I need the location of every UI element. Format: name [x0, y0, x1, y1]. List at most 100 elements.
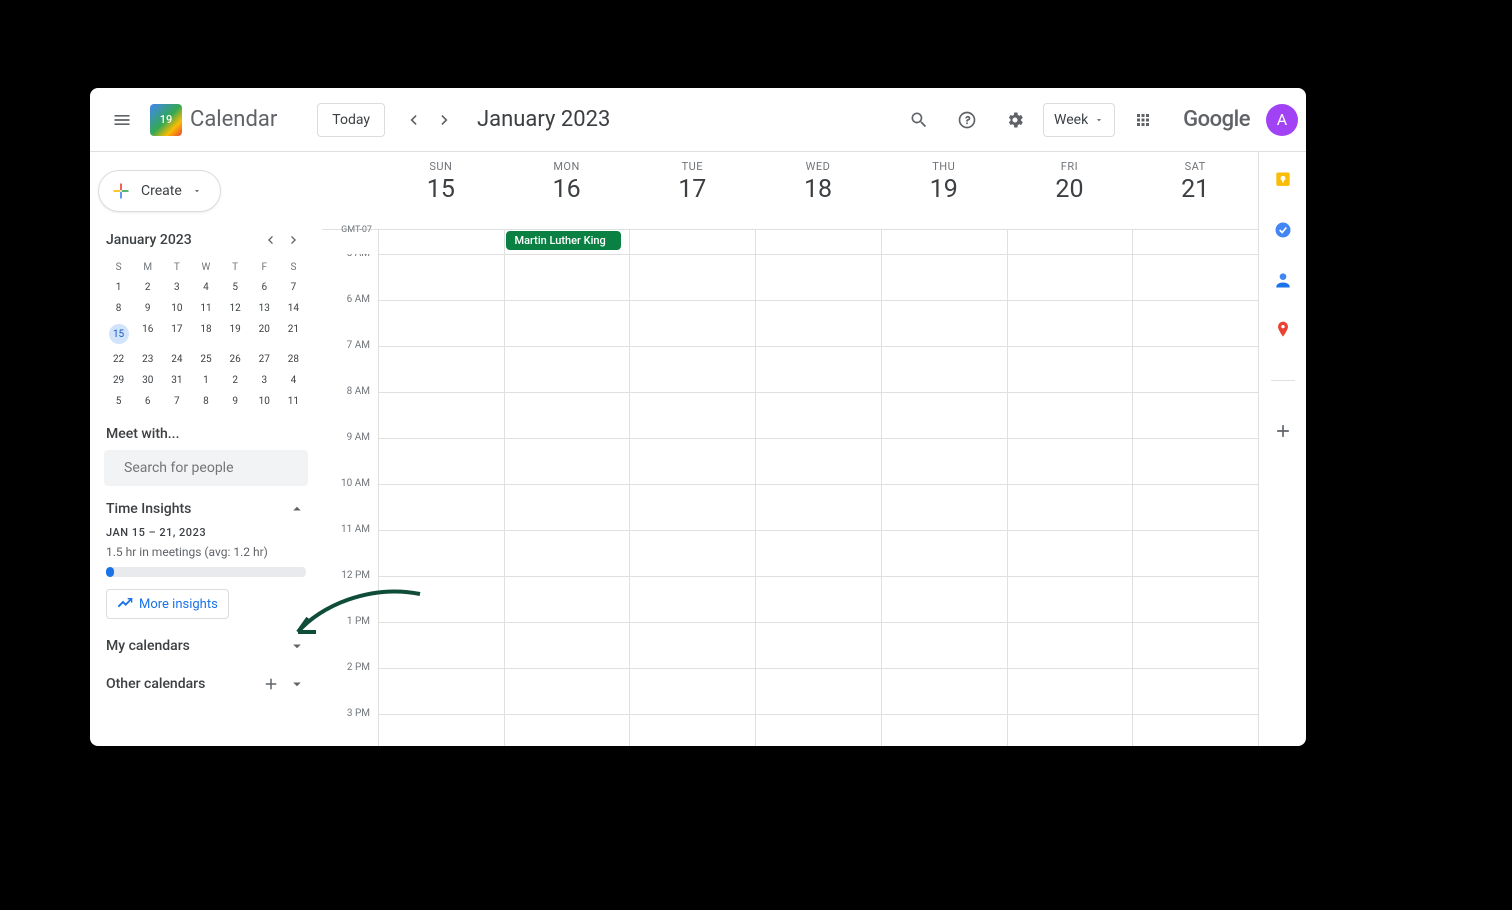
- keep-icon[interactable]: [1273, 170, 1293, 190]
- account-avatar[interactable]: A: [1266, 104, 1298, 136]
- allday-cell[interactable]: [1132, 230, 1258, 254]
- hour-cell[interactable]: [755, 715, 881, 746]
- hour-cell[interactable]: [881, 485, 1007, 530]
- hour-cell[interactable]: [881, 577, 1007, 622]
- hour-cell[interactable]: [1007, 485, 1133, 530]
- view-selector[interactable]: Week: [1043, 103, 1115, 137]
- mini-day-cell[interactable]: 7: [279, 277, 308, 298]
- mini-day-cell[interactable]: 6: [133, 391, 162, 412]
- mini-day-cell[interactable]: 8: [104, 298, 133, 319]
- mini-day-cell[interactable]: 17: [162, 319, 191, 349]
- mini-day-cell[interactable]: 7: [162, 391, 191, 412]
- hour-cell[interactable]: [1132, 623, 1258, 668]
- allday-cell[interactable]: [378, 230, 504, 254]
- next-week-button[interactable]: [429, 104, 461, 136]
- mini-prev-button[interactable]: [258, 228, 282, 252]
- mini-day-cell[interactable]: 31: [162, 370, 191, 391]
- hour-cell[interactable]: [1007, 531, 1133, 576]
- allday-cell[interactable]: [1007, 230, 1133, 254]
- hour-cell[interactable]: [755, 255, 881, 300]
- allday-cell[interactable]: [755, 230, 881, 254]
- hour-cell[interactable]: [881, 623, 1007, 668]
- hour-cell[interactable]: [1007, 347, 1133, 392]
- mini-day-cell[interactable]: 22: [104, 349, 133, 370]
- help-button[interactable]: [947, 100, 987, 140]
- hour-cell[interactable]: [629, 485, 755, 530]
- my-calendars-toggle[interactable]: My calendars: [98, 627, 314, 665]
- hour-cell[interactable]: [378, 439, 504, 484]
- hour-cell[interactable]: [755, 577, 881, 622]
- hour-cell[interactable]: [1132, 393, 1258, 438]
- mini-day-cell[interactable]: 16: [133, 319, 162, 349]
- mini-day-cell[interactable]: 3: [162, 277, 191, 298]
- hour-cell[interactable]: [378, 715, 504, 746]
- other-calendars-toggle[interactable]: Other calendars: [98, 665, 314, 703]
- hour-cell[interactable]: [881, 531, 1007, 576]
- hour-cell[interactable]: [881, 255, 1007, 300]
- add-icon[interactable]: [262, 675, 280, 693]
- mini-day-cell[interactable]: 15: [104, 319, 133, 349]
- day-header[interactable]: WED18: [755, 152, 881, 229]
- hour-cell[interactable]: [504, 439, 630, 484]
- hour-cell[interactable]: [629, 623, 755, 668]
- search-people-field[interactable]: [104, 450, 308, 486]
- mini-day-cell[interactable]: 2: [221, 370, 250, 391]
- tasks-icon[interactable]: [1273, 220, 1293, 240]
- mini-day-cell[interactable]: 25: [191, 349, 220, 370]
- hour-cell[interactable]: [504, 623, 630, 668]
- hour-cell[interactable]: [755, 669, 881, 714]
- mini-day-cell[interactable]: 26: [221, 349, 250, 370]
- mini-day-cell[interactable]: 10: [162, 298, 191, 319]
- mini-day-cell[interactable]: 20: [250, 319, 279, 349]
- main-menu-button[interactable]: [98, 96, 146, 144]
- create-button[interactable]: Create: [98, 170, 221, 212]
- hour-cell[interactable]: [1132, 439, 1258, 484]
- mini-day-cell[interactable]: 1: [104, 277, 133, 298]
- day-header[interactable]: SUN15: [378, 152, 504, 229]
- allday-cell[interactable]: [629, 230, 755, 254]
- hour-cell[interactable]: [629, 577, 755, 622]
- hour-cell[interactable]: [504, 301, 630, 346]
- prev-week-button[interactable]: [397, 104, 429, 136]
- hour-cell[interactable]: [881, 347, 1007, 392]
- day-header[interactable]: TUE17: [629, 152, 755, 229]
- hour-cell[interactable]: [378, 531, 504, 576]
- hour-cell[interactable]: [504, 715, 630, 746]
- hour-cell[interactable]: [1007, 301, 1133, 346]
- hour-cell[interactable]: [1132, 669, 1258, 714]
- hour-cell[interactable]: [881, 301, 1007, 346]
- settings-button[interactable]: [995, 100, 1035, 140]
- hour-cell[interactable]: [378, 347, 504, 392]
- contacts-icon[interactable]: [1273, 270, 1293, 290]
- mini-day-cell[interactable]: 2: [133, 277, 162, 298]
- mini-day-cell[interactable]: 27: [250, 349, 279, 370]
- hour-cell[interactable]: [629, 347, 755, 392]
- search-button[interactable]: [899, 100, 939, 140]
- mini-day-cell[interactable]: 9: [221, 391, 250, 412]
- hour-cell[interactable]: [504, 669, 630, 714]
- mini-day-cell[interactable]: 1: [191, 370, 220, 391]
- mini-day-cell[interactable]: 21: [279, 319, 308, 349]
- mini-day-cell[interactable]: 24: [162, 349, 191, 370]
- day-header[interactable]: SAT21: [1132, 152, 1258, 229]
- mini-day-cell[interactable]: 13: [250, 298, 279, 319]
- hour-cell[interactable]: [1132, 255, 1258, 300]
- hour-cell[interactable]: [755, 393, 881, 438]
- mini-day-cell[interactable]: 28: [279, 349, 308, 370]
- more-insights-button[interactable]: More insights: [106, 589, 229, 619]
- hour-cell[interactable]: [755, 531, 881, 576]
- hour-cell[interactable]: [504, 577, 630, 622]
- hour-cell[interactable]: [1007, 577, 1133, 622]
- hour-cell[interactable]: [504, 347, 630, 392]
- hour-cell[interactable]: [755, 485, 881, 530]
- hour-cell[interactable]: [504, 393, 630, 438]
- hour-cell[interactable]: [1007, 393, 1133, 438]
- hour-cell[interactable]: [1132, 531, 1258, 576]
- mini-day-cell[interactable]: 8: [191, 391, 220, 412]
- hour-cell[interactable]: [629, 255, 755, 300]
- hour-cell[interactable]: [629, 301, 755, 346]
- hour-cell[interactable]: [629, 439, 755, 484]
- hour-cell[interactable]: [1132, 301, 1258, 346]
- day-header[interactable]: FRI20: [1007, 152, 1133, 229]
- mini-day-cell[interactable]: 4: [191, 277, 220, 298]
